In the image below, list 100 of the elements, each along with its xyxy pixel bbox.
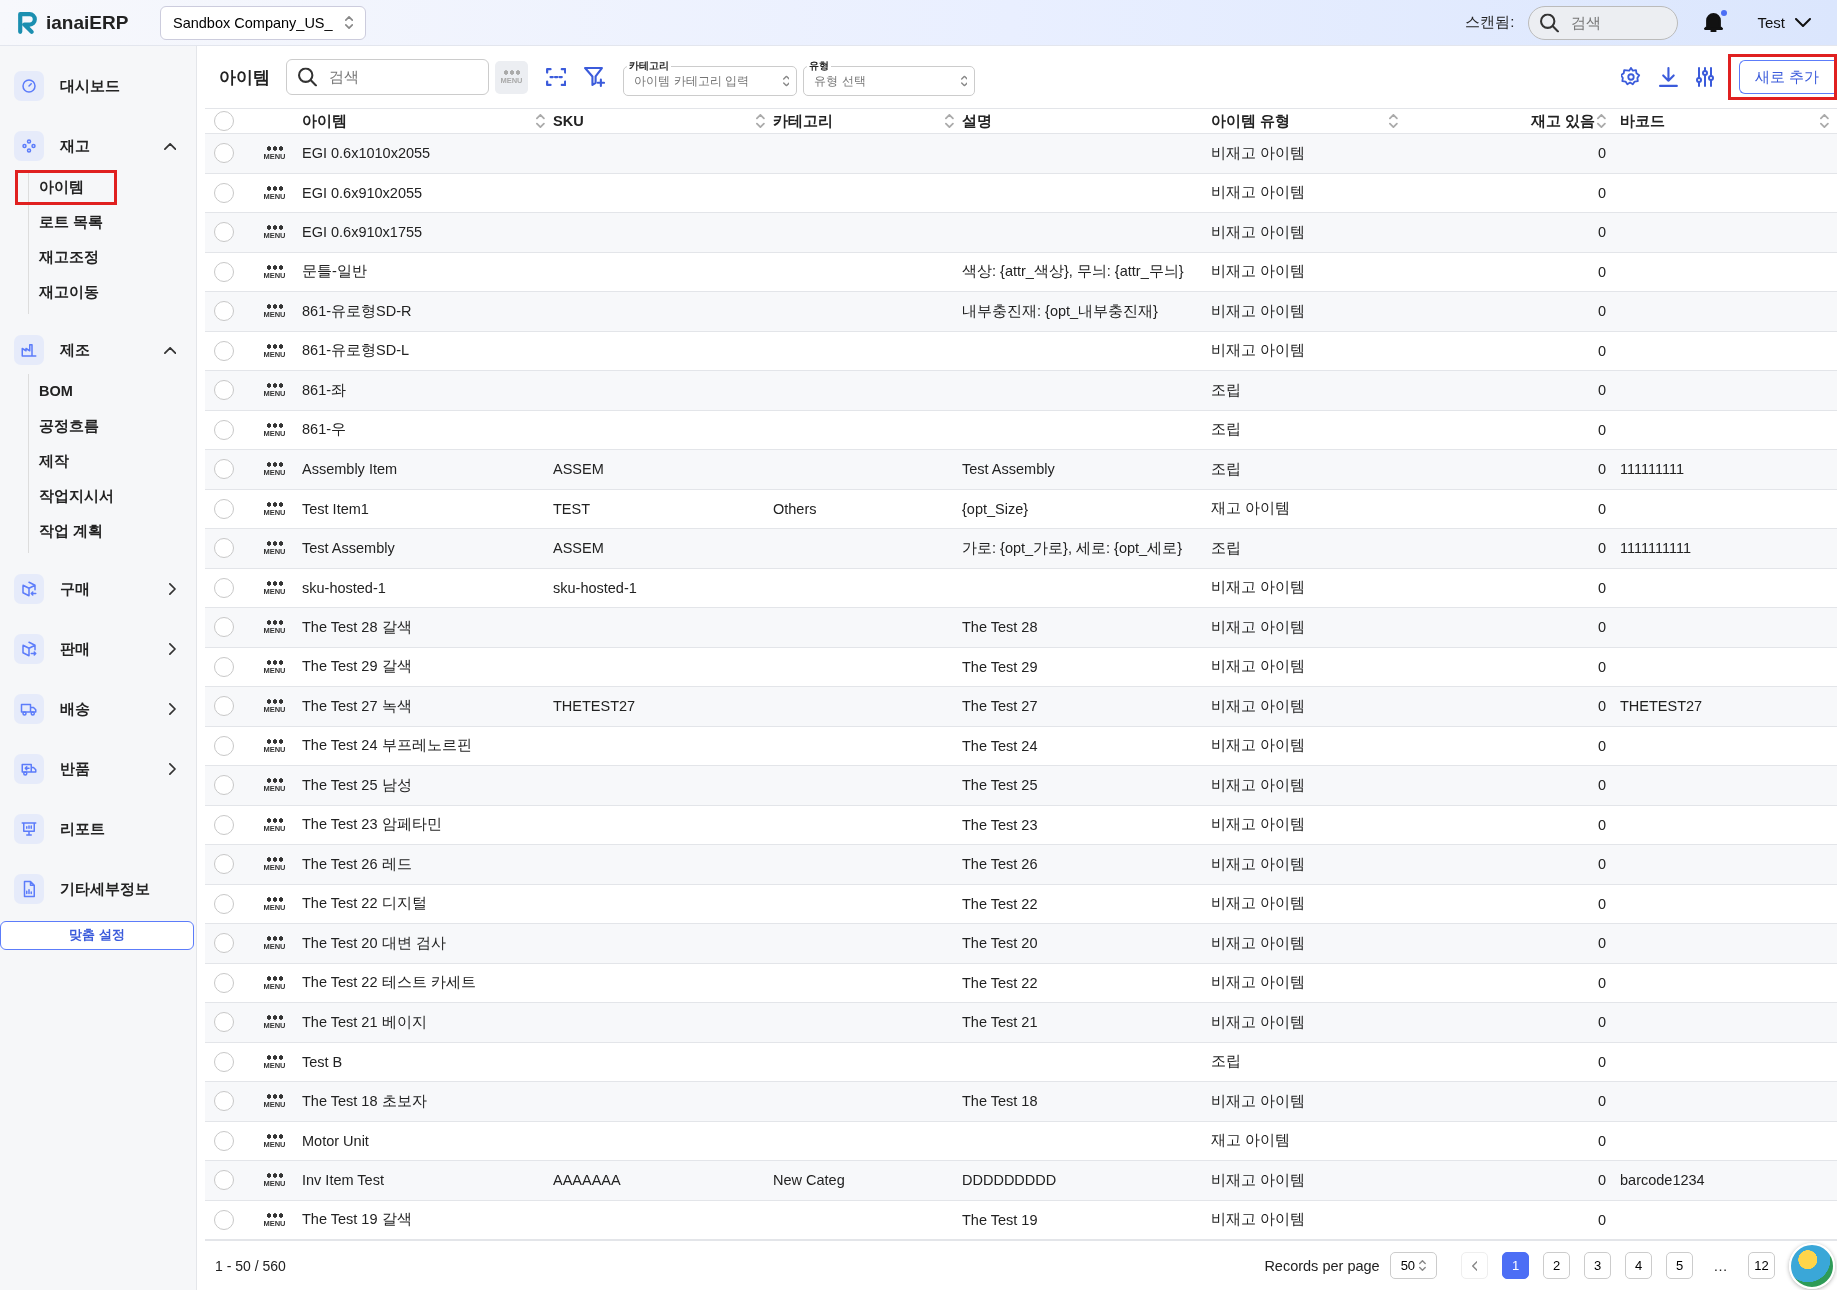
row-checkbox[interactable]	[214, 340, 234, 361]
table-cell: AAAAAAA	[553, 1172, 621, 1189]
sliders-icon[interactable]	[1696, 67, 1714, 87]
user-menu[interactable]: Test	[1751, 13, 1817, 32]
floating-app-icon[interactable]	[1789, 1242, 1835, 1289]
nav-subitem[interactable]: 제작	[15, 444, 117, 479]
table-cell: 비재고 아이템	[1211, 578, 1306, 598]
sort-icon[interactable]	[1820, 114, 1829, 128]
sort-icon	[1419, 1260, 1426, 1271]
row-checkbox[interactable]	[214, 419, 234, 440]
row-checkbox[interactable]	[214, 1091, 234, 1112]
page-button[interactable]: 3	[1584, 1252, 1611, 1279]
row-checkbox[interactable]	[214, 617, 234, 638]
page-button[interactable]: 12	[1748, 1252, 1775, 1279]
sort-icon[interactable]	[945, 114, 954, 128]
bell-icon[interactable]	[1704, 13, 1724, 32]
logo-text: ianaiERP	[46, 11, 129, 34]
row-checkbox[interactable]	[214, 301, 234, 322]
row-checkbox[interactable]	[214, 1209, 234, 1230]
nav-subitem[interactable]: 재고조정	[15, 240, 117, 275]
column-header[interactable]: SKU	[553, 113, 584, 129]
previous-page-button[interactable]	[1461, 1252, 1488, 1279]
filter-plus-icon[interactable]	[584, 67, 606, 87]
row-checkbox[interactable]	[214, 182, 234, 203]
column-header[interactable]: 아이템	[302, 111, 347, 131]
table-cell: 861-우	[302, 420, 347, 440]
table-cell: 0	[1597, 342, 1606, 359]
row-checkbox[interactable]	[214, 577, 234, 598]
column-header[interactable]: 재고 있음	[1531, 111, 1596, 131]
nav-subitem[interactable]: 작업 계획	[15, 514, 117, 549]
row-checkbox[interactable]	[214, 735, 234, 756]
add-new-button[interactable]: 새로 추가	[1739, 60, 1834, 94]
search-field[interactable]: 검색	[286, 59, 489, 95]
table-cell: The Test 18 초보자	[302, 1091, 427, 1111]
sort-icon[interactable]	[1389, 114, 1398, 128]
per-page-select[interactable]: 50	[1389, 1252, 1437, 1279]
scan-icon[interactable]	[546, 68, 567, 86]
customize-button[interactable]: 맞춤 설정	[0, 921, 194, 950]
row-checkbox[interactable]	[214, 459, 234, 480]
page-button[interactable]: 1	[1502, 1252, 1529, 1279]
nav-item[interactable]: 대시보드	[0, 66, 196, 106]
nav-item[interactable]: 판매	[0, 629, 196, 669]
table-cell: ASSEM	[553, 461, 604, 478]
row-checkbox[interactable]	[214, 893, 234, 914]
row-checkbox[interactable]	[214, 814, 234, 835]
table-cell: 비재고 아이템	[1211, 341, 1306, 361]
nav-subitem[interactable]: 공정흐름	[15, 409, 117, 444]
nav-item[interactable]: 제조	[0, 330, 196, 370]
row-checkbox[interactable]	[214, 775, 234, 796]
settings-icon[interactable]	[1621, 67, 1642, 87]
table-cell: The Test 18	[962, 1093, 1038, 1110]
row-checkbox[interactable]	[214, 1170, 234, 1191]
table-cell: 비재고 아이템	[1211, 1012, 1306, 1032]
table-cell: 비재고 아이템	[1211, 183, 1306, 203]
sort-icon[interactable]	[1597, 114, 1606, 128]
page-button[interactable]: 2	[1543, 1252, 1570, 1279]
nav-subitem[interactable]: 재고이동	[15, 275, 117, 310]
search-field[interactable]: 검색	[1528, 5, 1679, 40]
nav-item[interactable]: 재고	[0, 126, 196, 166]
company-select[interactable]: Sandbox Company_US_	[160, 5, 366, 40]
nav-item[interactable]: 리포트	[0, 809, 196, 849]
row-checkbox[interactable]	[214, 538, 234, 559]
row-checkbox[interactable]	[214, 854, 234, 875]
nav-subitem[interactable]: 아이템	[15, 170, 117, 205]
table-cell: 0	[1597, 461, 1606, 478]
page-button[interactable]: 4	[1625, 1252, 1652, 1279]
table-cell: 0	[1597, 500, 1606, 517]
sort-icon[interactable]	[756, 114, 765, 128]
row-checkbox[interactable]	[214, 261, 234, 282]
table-cell: The Test 27 녹색	[302, 696, 412, 716]
row-checkbox[interactable]	[214, 696, 234, 717]
column-header[interactable]: 아이템 유형	[1211, 111, 1291, 131]
sort-icon[interactable]	[536, 114, 545, 128]
column-header[interactable]: 카테고리	[773, 111, 833, 131]
nav-item[interactable]: 기타세부정보	[0, 869, 196, 909]
row-checkbox[interactable]	[214, 143, 234, 164]
select-all-checkbox[interactable]	[214, 111, 234, 131]
nav-item[interactable]: 배송	[0, 689, 196, 729]
row-checkbox[interactable]	[214, 1130, 234, 1151]
row-checkbox[interactable]	[214, 972, 234, 993]
column-header[interactable]: 바코드	[1620, 111, 1665, 131]
table-cell: 111111111	[1620, 461, 1684, 478]
nav-subitem[interactable]: 로트 목록	[15, 205, 117, 240]
nav-subitem[interactable]: 작업지시서	[15, 479, 127, 514]
table-cell: 비재고 아이템	[1211, 775, 1306, 795]
page-button[interactable]: 5	[1666, 1252, 1693, 1279]
row-checkbox[interactable]	[214, 656, 234, 677]
download-icon[interactable]	[1659, 67, 1678, 87]
nav-item[interactable]: 구매	[0, 569, 196, 609]
nav-item[interactable]: 반품	[0, 749, 196, 789]
sort-icon	[960, 75, 968, 87]
nav-subitem[interactable]: BOM	[15, 374, 117, 409]
row-checkbox[interactable]	[214, 498, 234, 519]
row-checkbox[interactable]	[214, 380, 234, 401]
row-checkbox[interactable]	[214, 222, 234, 243]
row-checkbox[interactable]	[214, 1051, 234, 1072]
row-checkbox[interactable]	[214, 933, 234, 954]
row-checkbox[interactable]	[214, 1012, 234, 1033]
table-cell: 내부충진재: {opt_내부충진재}	[962, 301, 1158, 321]
column-header[interactable]: 설명	[962, 111, 992, 131]
